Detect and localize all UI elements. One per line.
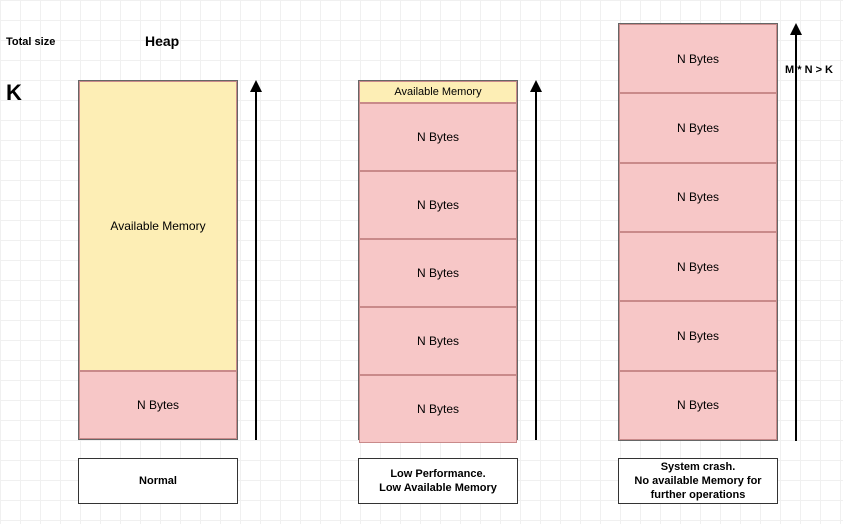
heap-column: Available Memory N Bytes N Bytes N Bytes…	[358, 80, 518, 440]
growth-arrow	[526, 80, 546, 440]
growth-arrow	[246, 80, 266, 440]
n-bytes-block: N Bytes	[359, 307, 517, 375]
k-symbol: K	[6, 80, 22, 106]
n-bytes-block: N Bytes	[619, 93, 777, 162]
growth-arrow	[786, 23, 806, 441]
stage-caption: Low Performance.Low Available Memory	[358, 458, 518, 504]
stage-crash: N Bytes N Bytes N Bytes N Bytes N Bytes …	[580, 0, 843, 524]
stage-normal: Available Memory N Bytes Normal	[40, 0, 320, 524]
n-bytes-block: N Bytes	[79, 371, 237, 439]
heap-column: N Bytes N Bytes N Bytes N Bytes N Bytes …	[618, 23, 778, 441]
n-bytes-block: N Bytes	[359, 171, 517, 239]
n-bytes-block: N Bytes	[619, 301, 777, 370]
available-memory-block: Available Memory	[79, 81, 237, 371]
n-bytes-block: N Bytes	[359, 375, 517, 443]
n-bytes-block: N Bytes	[619, 24, 777, 93]
stage-low-performance: Available Memory N Bytes N Bytes N Bytes…	[320, 0, 600, 524]
n-bytes-block: N Bytes	[619, 371, 777, 440]
stage-caption: Normal	[78, 458, 238, 504]
available-memory-block: Available Memory	[359, 81, 517, 103]
n-bytes-block: N Bytes	[359, 239, 517, 307]
heap-column: Available Memory N Bytes	[78, 80, 238, 440]
stage-caption: System crash.No available Memory forfurt…	[618, 458, 778, 504]
n-bytes-block: N Bytes	[619, 232, 777, 301]
n-bytes-block: N Bytes	[359, 103, 517, 171]
n-bytes-block: N Bytes	[619, 163, 777, 232]
